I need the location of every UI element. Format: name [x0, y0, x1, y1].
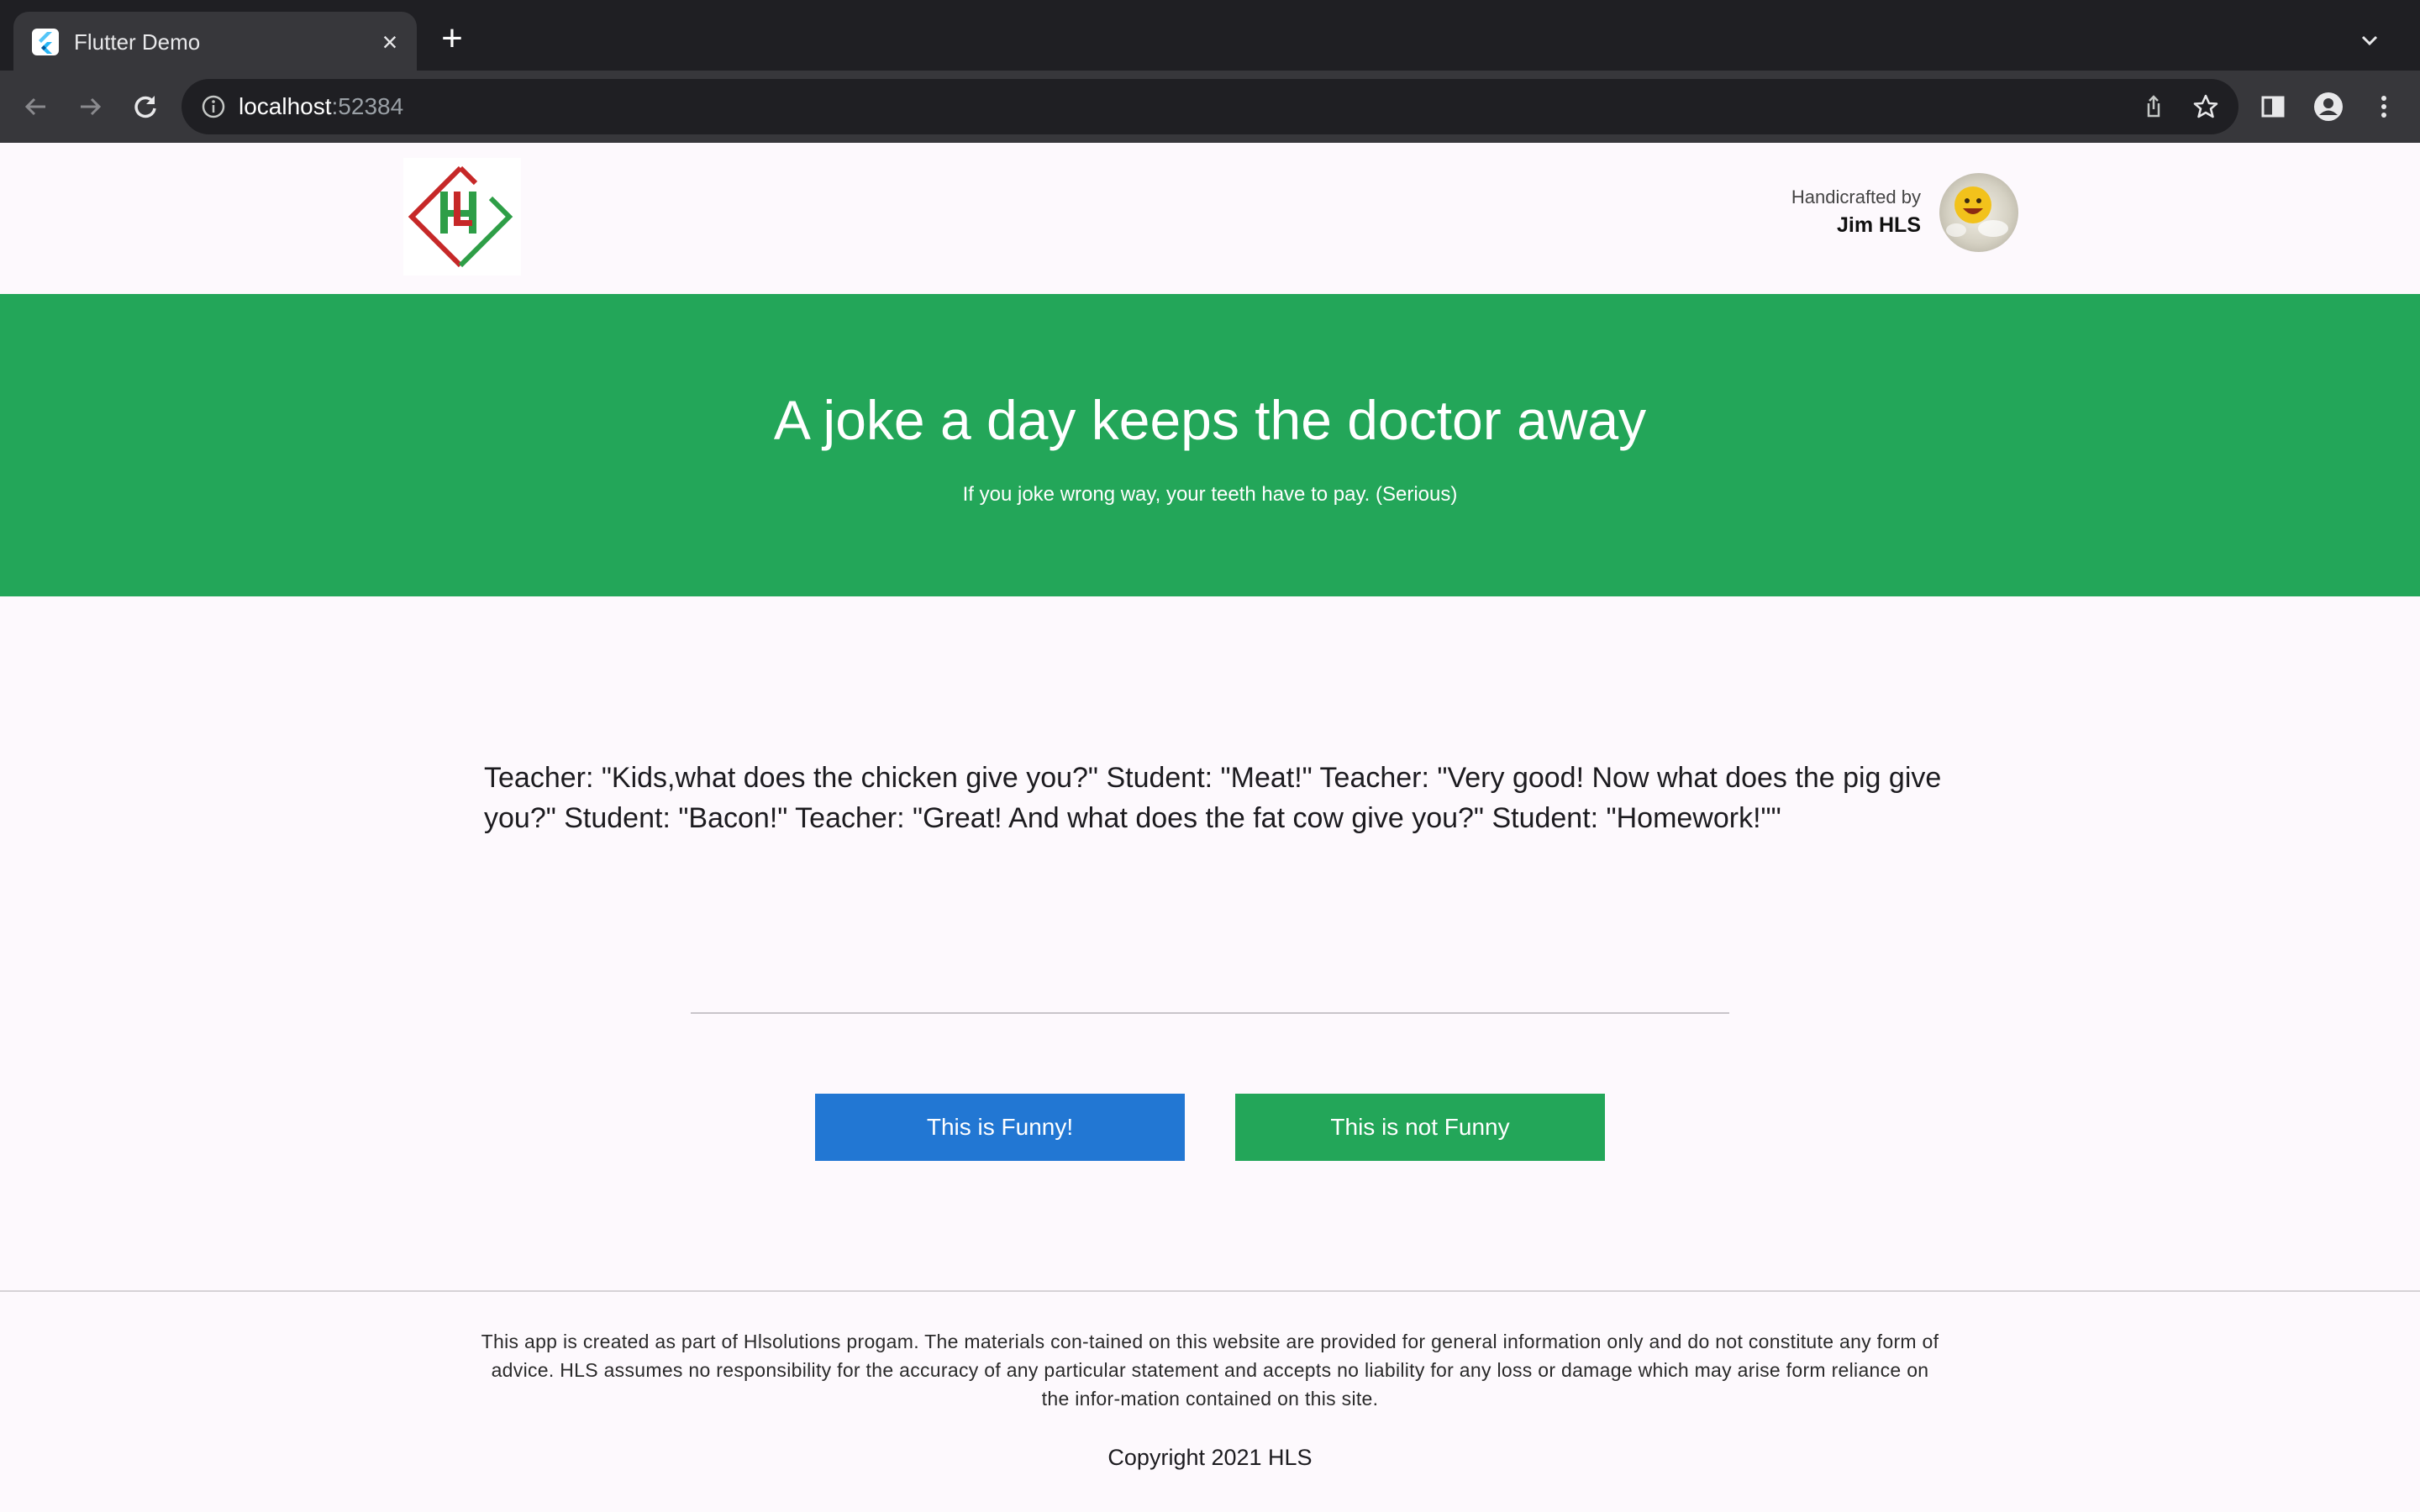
joke-text: Teacher: "Kids,what does the chicken giv…: [484, 762, 1942, 834]
chevron-down-icon[interactable]: [2353, 24, 2386, 57]
url-text: localhost:52384: [239, 93, 404, 119]
profile-icon[interactable]: [2309, 87, 2348, 126]
footer-disclaimer: This app is created as part of Hlsolutio…: [481, 1331, 1939, 1410]
page-content: Handicrafted by Jim HLS A joke a day kee…: [0, 143, 2420, 1512]
close-icon[interactable]: ×: [375, 27, 405, 57]
hero-banner: A joke a day keeps the doctor away If yo…: [0, 294, 2420, 596]
reload-icon[interactable]: [126, 87, 165, 126]
tab-title: Flutter Demo: [74, 29, 201, 55]
footer-copyright: Copyright 2021 HLS: [1107, 1445, 1313, 1470]
hero-subtitle: If you joke wrong way, your teeth have t…: [962, 483, 1458, 506]
divider: [691, 1012, 1729, 1014]
plus-icon[interactable]: +: [435, 20, 469, 57]
browser-tab[interactable]: Flutter Demo ×: [13, 12, 417, 71]
share-icon[interactable]: [2139, 92, 2168, 121]
footer-divider: [0, 1290, 2420, 1292]
back-arrow-icon[interactable]: [17, 87, 55, 126]
funny-button[interactable]: This is Funny!: [815, 1094, 1185, 1161]
credit-label: Handicrafted by: [1791, 186, 1921, 207]
forward-arrow-icon[interactable]: [71, 87, 109, 126]
browser-tab-bar: Flutter Demo × +: [0, 0, 2420, 71]
info-icon[interactable]: [200, 93, 227, 120]
hero-title: A joke a day keeps the doctor away: [773, 389, 1647, 451]
star-icon[interactable]: [2191, 92, 2220, 121]
flutter-favicon-icon: [32, 29, 59, 55]
not-funny-button[interactable]: This is not Funny: [1235, 1094, 1605, 1161]
site-header: Handicrafted by Jim HLS: [0, 143, 2420, 294]
hls-logo[interactable]: [403, 158, 521, 276]
avatar[interactable]: [1939, 173, 2018, 252]
credit-name: Jim HLS: [1836, 213, 1921, 237]
address-bar[interactable]: localhost:52384: [182, 79, 2238, 134]
kebab-menu-icon[interactable]: [2365, 87, 2403, 126]
side-panel-icon[interactable]: [2254, 87, 2292, 126]
browser-toolbar: localhost:52384: [0, 71, 2420, 143]
